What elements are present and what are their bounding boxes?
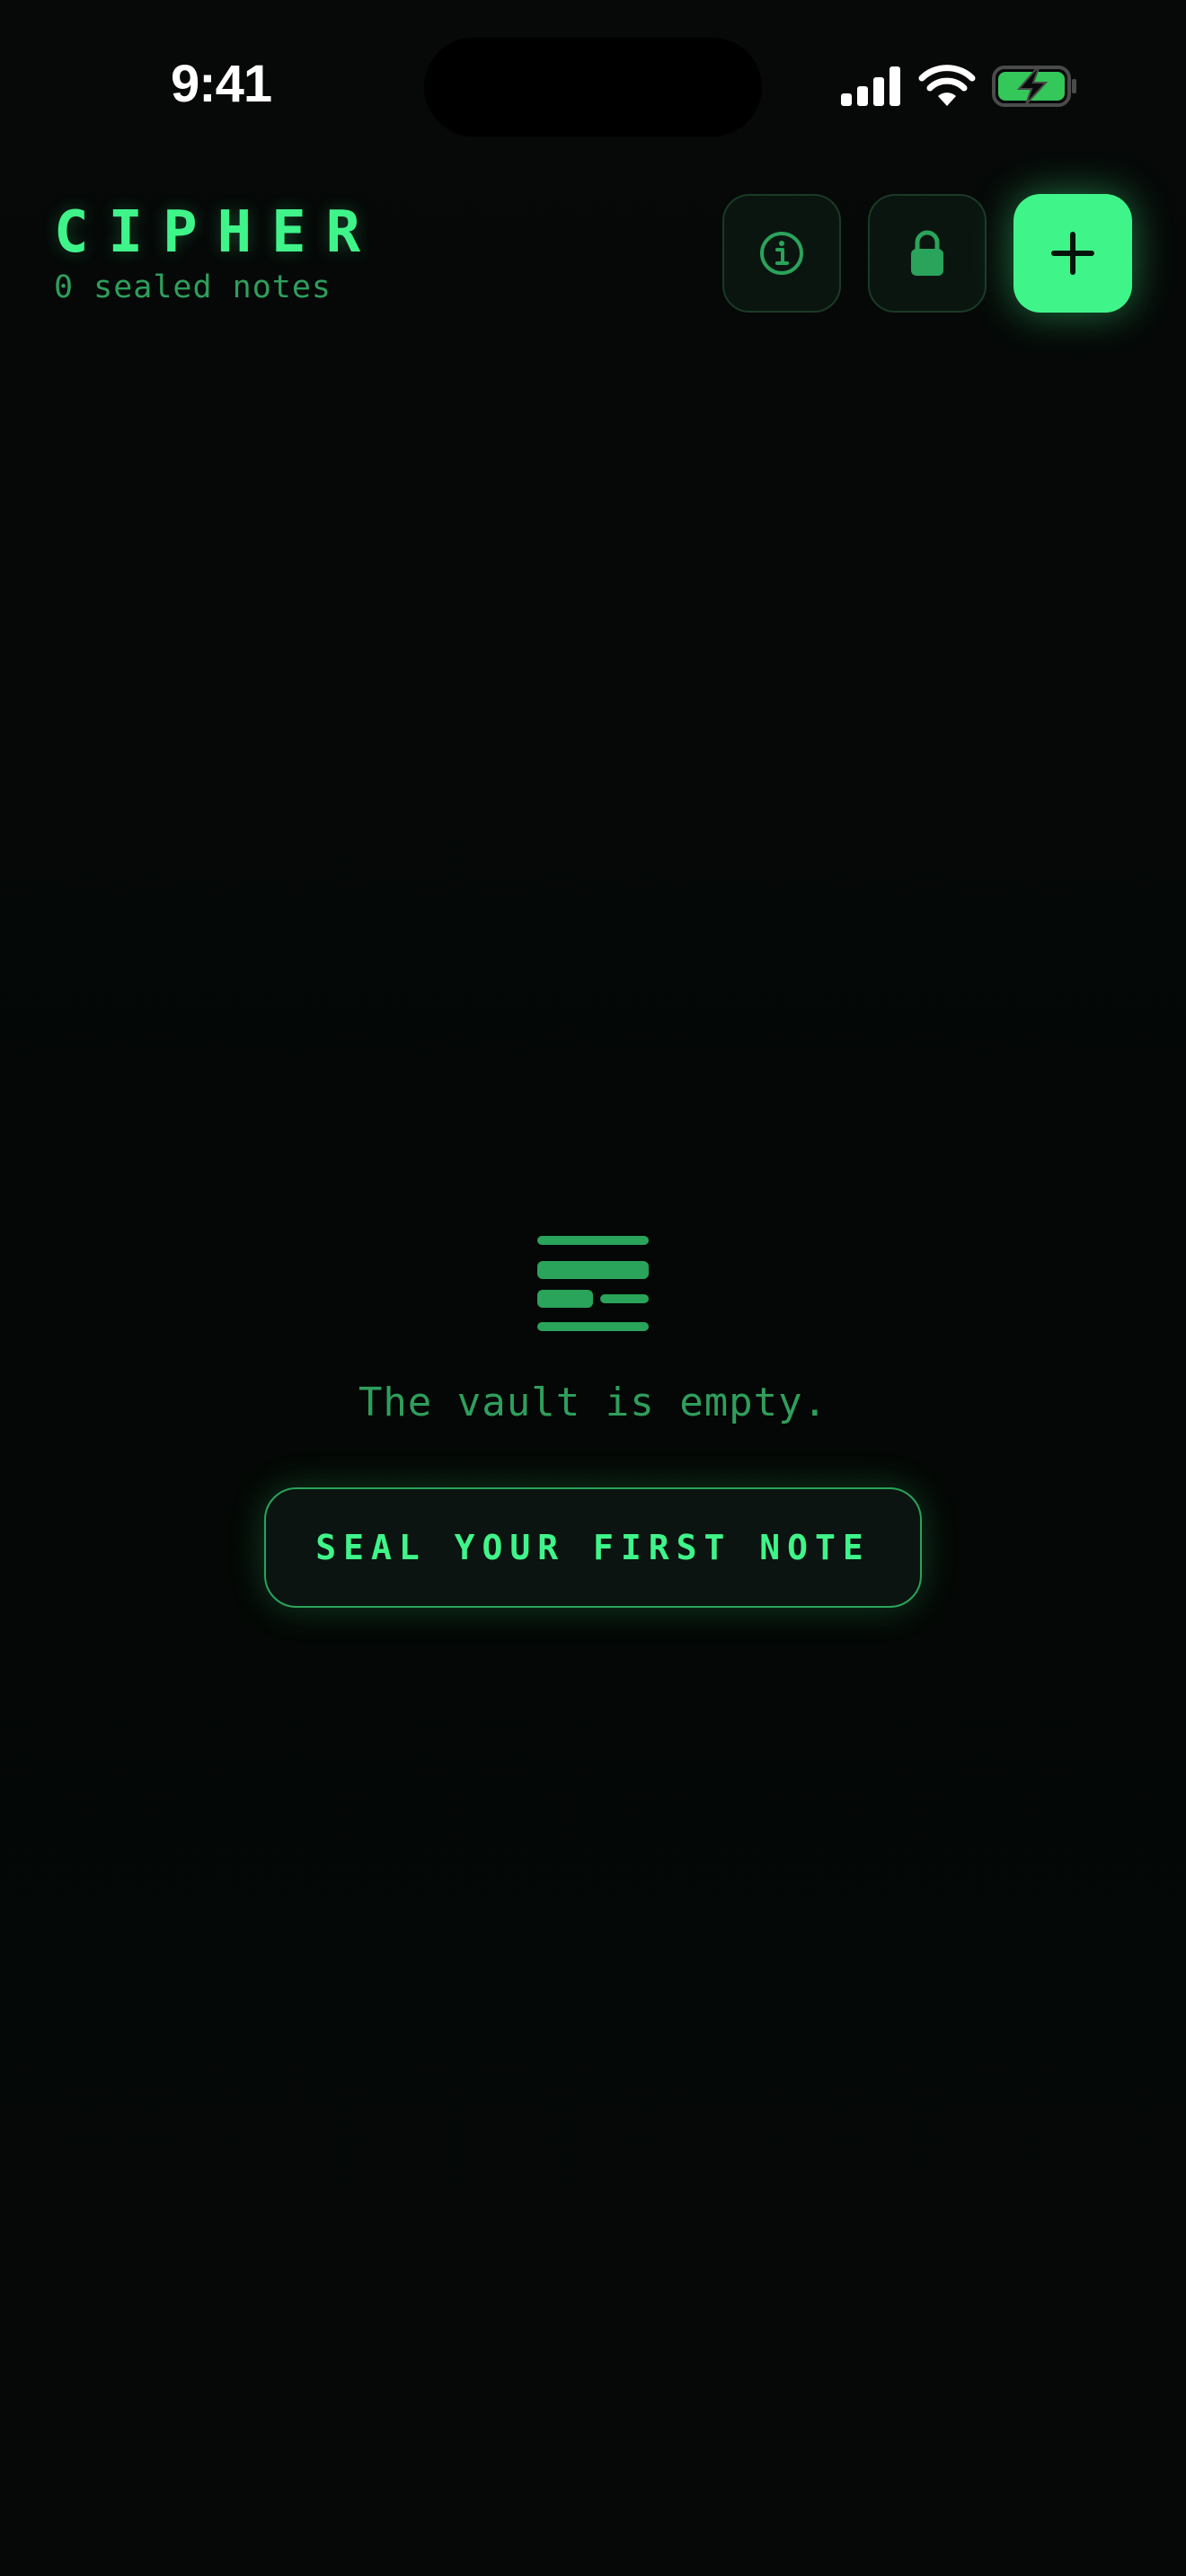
dynamic-island <box>424 38 762 137</box>
seal-first-note-button[interactable]: SEAL YOUR FIRST NOTE <box>264 1487 922 1608</box>
info-icon <box>760 232 803 275</box>
app-title: CIPHER <box>54 199 381 266</box>
lock-icon <box>911 230 943 276</box>
plus-icon <box>1051 232 1094 275</box>
signal-icon <box>841 66 900 106</box>
wifi-icon <box>918 65 976 106</box>
add-note-button[interactable] <box>1013 194 1132 313</box>
info-button[interactable] <box>722 194 841 313</box>
lock-button[interactable] <box>868 194 987 313</box>
battery-charging-icon <box>992 66 1076 107</box>
sealed-notes-count: 0 sealed notes <box>54 269 332 305</box>
empty-vault-message: The vault is empty. <box>358 1380 828 1425</box>
status-time: 9:41 <box>171 55 272 113</box>
status-bar: 9:41 <box>0 0 1186 180</box>
notes-lines-icon <box>537 1236 649 1331</box>
